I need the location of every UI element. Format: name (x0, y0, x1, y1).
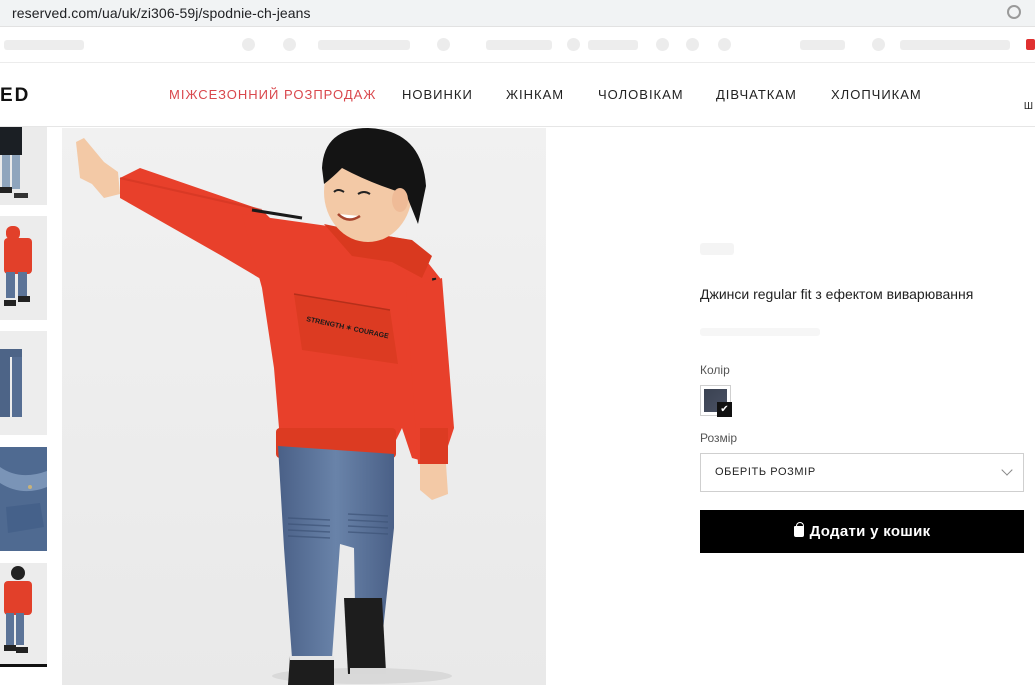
bookmark-icon[interactable] (656, 38, 669, 51)
bookmark-item[interactable] (800, 40, 845, 50)
size-label: Розмір (700, 431, 738, 445)
bookmarks-bar (0, 27, 1035, 63)
color-swatch-selected[interactable]: ✔ (700, 385, 732, 417)
nav-item-women[interactable]: ЖІНКАМ (506, 87, 564, 102)
bookmark-item[interactable] (588, 40, 638, 50)
product-info-panel: Джинси regular fit з ефектом виварювання… (700, 128, 1035, 685)
bookmark-icon[interactable] (718, 38, 731, 51)
bookmark-icon[interactable] (567, 38, 580, 51)
nav-item-boys[interactable]: ХЛОПЧИКАМ (831, 87, 922, 102)
add-to-cart-button[interactable]: Додати у кошик (700, 510, 1024, 553)
bookmark-item[interactable] (900, 40, 1010, 50)
size-dropdown-value: ОБЕРІТЬ РОЗМІР (715, 466, 816, 478)
nav-item-new[interactable]: НОВИНКИ (402, 87, 473, 102)
thumbnail-image-active[interactable] (0, 563, 47, 667)
site-logo[interactable]: ED (0, 85, 30, 107)
thumbnail-image[interactable] (0, 216, 47, 320)
add-to-cart-label: Додати у кошик (809, 523, 931, 540)
shopping-bag-icon (793, 522, 804, 537)
youtube-icon[interactable] (1026, 39, 1035, 50)
thumbnail-list (0, 127, 48, 685)
product-subtitle-placeholder (700, 328, 820, 336)
bookmark-icon[interactable] (242, 38, 255, 51)
nav-item-sale[interactable]: МІЖСЕЗОННИЙ РОЗПРОДАЖ (169, 87, 376, 102)
bookmark-item[interactable] (4, 40, 84, 50)
url-text[interactable]: reserved.com/ua/uk/zi306-59j/spodnie-ch-… (12, 5, 311, 21)
thumbnail-image[interactable] (0, 331, 47, 435)
browser-url-bar[interactable]: reserved.com/ua/uk/zi306-59j/spodnie-ch-… (0, 0, 1035, 27)
nav-item-men[interactable]: ЧОЛОВІКАМ (598, 87, 684, 102)
header-cut-text: Ш (1023, 101, 1033, 112)
site-header: ED МІЖСЕЗОННИЙ РОЗПРОДАЖ НОВИНКИ ЖІНКАМ … (0, 63, 1035, 127)
product-title: Джинси regular fit з ефектом виварювання (700, 286, 974, 302)
color-label: Колір (700, 363, 730, 377)
bookmark-item[interactable] (318, 40, 410, 50)
bookmark-icon[interactable] (283, 38, 296, 51)
extension-icon[interactable] (1007, 5, 1021, 19)
product-main-image[interactable]: STRENGTH ✶ COURAGE (62, 128, 546, 685)
thumbnail-image[interactable] (0, 127, 47, 205)
product-price-placeholder (700, 243, 734, 255)
size-dropdown[interactable]: ОБЕРІТЬ РОЗМІР (700, 453, 1024, 492)
bookmark-icon[interactable] (437, 38, 450, 51)
nav-item-girls[interactable]: ДІВЧАТКАМ (716, 87, 797, 102)
check-icon: ✔ (717, 402, 732, 417)
bookmark-icon[interactable] (686, 38, 699, 51)
bookmark-icon[interactable] (872, 38, 885, 51)
bookmark-item[interactable] (486, 40, 552, 50)
chevron-down-icon (1001, 464, 1013, 476)
thumbnail-image[interactable] (0, 447, 47, 551)
